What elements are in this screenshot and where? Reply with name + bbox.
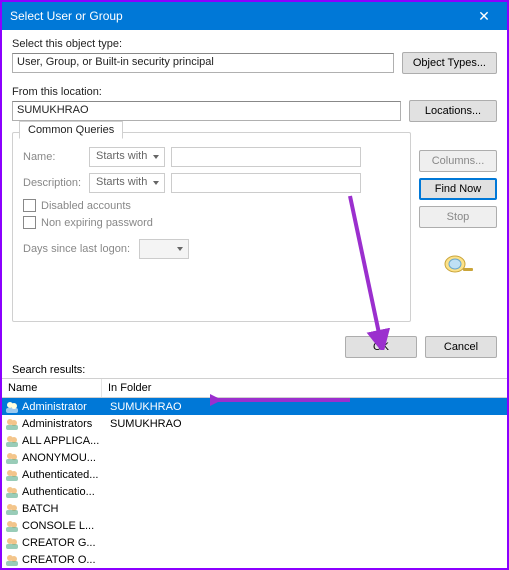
table-row[interactable]: CONSOLE L... <box>2 517 507 534</box>
object-type-field[interactable]: User, Group, or Built-in security princi… <box>12 53 394 73</box>
object-type-label: Select this object type: <box>12 38 497 50</box>
results-header: Name In Folder <box>2 379 507 398</box>
user-group-icon <box>4 399 20 415</box>
user-group-icon <box>4 416 20 432</box>
non-expiring-label: Non expiring password <box>41 217 153 229</box>
location-label: From this location: <box>12 86 497 98</box>
titlebar: Select User or Group ✕ <box>2 2 507 30</box>
result-name: Authenticatio... <box>22 486 102 498</box>
user-group-icon <box>4 484 20 500</box>
name-input[interactable] <box>171 147 361 167</box>
table-row[interactable]: BATCH <box>2 500 507 517</box>
name-label: Name: <box>23 151 83 163</box>
result-name: Administrator <box>22 401 102 413</box>
find-now-button[interactable]: Find Now <box>419 178 497 200</box>
name-mode-select[interactable]: Starts with <box>89 147 165 167</box>
ok-button[interactable]: OK <box>345 336 417 358</box>
table-row[interactable]: ALL APPLICA... <box>2 432 507 449</box>
table-row[interactable]: AdministratorsSUMUKHRAO <box>2 415 507 432</box>
result-folder: SUMUKHRAO <box>102 401 182 413</box>
description-mode-select[interactable]: Starts with <box>89 173 165 193</box>
user-group-icon <box>4 518 20 534</box>
result-name: BATCH <box>22 503 102 515</box>
table-row[interactable]: Authenticatio... <box>2 483 507 500</box>
result-name: Authenticated... <box>22 469 102 481</box>
non-expiring-checkbox[interactable] <box>23 216 36 229</box>
user-group-icon <box>4 552 20 568</box>
days-since-logon-label: Days since last logon: <box>23 243 133 255</box>
window-title: Select User or Group <box>10 9 469 23</box>
location-field[interactable]: SUMUKHRAO <box>12 101 401 121</box>
result-name: CREATOR O... <box>22 554 102 566</box>
search-results-label: Search results: <box>2 362 507 378</box>
table-row[interactable]: ANONYMOU... <box>2 449 507 466</box>
user-group-icon <box>4 501 20 517</box>
tab-common-queries[interactable]: Common Queries <box>19 121 123 139</box>
result-name: ALL APPLICA... <box>22 435 102 447</box>
object-types-button[interactable]: Object Types... <box>402 52 497 74</box>
results-body[interactable]: AdministratorSUMUKHRAOAdministratorsSUMU… <box>2 398 507 568</box>
disabled-accounts-label: Disabled accounts <box>41 200 131 212</box>
table-row[interactable]: CREATOR O... <box>2 551 507 568</box>
user-group-icon <box>4 433 20 449</box>
result-name: ANONYMOU... <box>22 452 102 464</box>
disabled-accounts-checkbox[interactable] <box>23 199 36 212</box>
result-name: CREATOR G... <box>22 537 102 549</box>
locations-button[interactable]: Locations... <box>409 100 497 122</box>
stop-button[interactable]: Stop <box>419 206 497 228</box>
user-group-icon <box>4 535 20 551</box>
result-folder: SUMUKHRAO <box>102 418 182 430</box>
results-panel: Name In Folder AdministratorSUMUKHRAOAdm… <box>2 378 507 568</box>
description-input[interactable] <box>171 173 361 193</box>
columns-button[interactable]: Columns... <box>419 150 497 172</box>
cancel-button[interactable]: Cancel <box>425 336 497 358</box>
days-since-logon-select <box>139 239 189 259</box>
table-row[interactable]: CREATOR G... <box>2 534 507 551</box>
result-name: CONSOLE L... <box>22 520 102 532</box>
user-group-icon <box>4 450 20 466</box>
close-icon[interactable]: ✕ <box>469 8 499 25</box>
column-header-name[interactable]: Name <box>2 379 102 397</box>
column-header-folder[interactable]: In Folder <box>102 379 507 397</box>
user-group-icon <box>4 467 20 483</box>
table-row[interactable]: AdministratorSUMUKHRAO <box>2 398 507 415</box>
table-row[interactable]: Authenticated... <box>2 466 507 483</box>
result-name: Administrators <box>22 418 102 430</box>
magnifier-icon <box>441 252 475 281</box>
description-label: Description: <box>23 177 83 189</box>
